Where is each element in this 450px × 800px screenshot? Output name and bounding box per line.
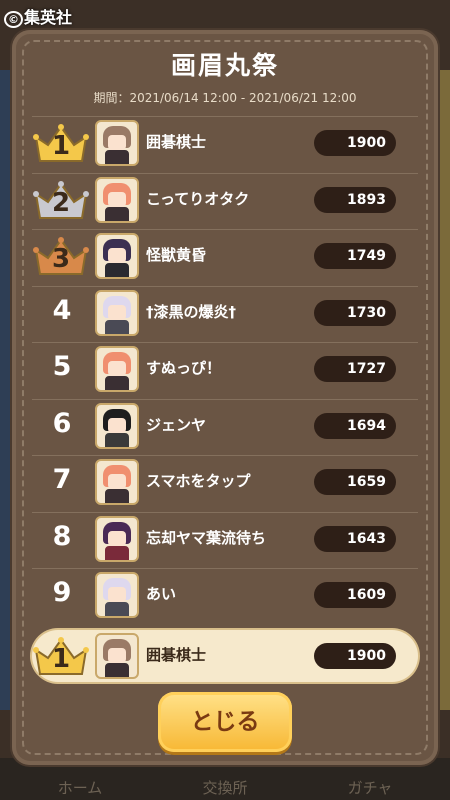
player-avatar [95, 402, 139, 449]
rank-number: 6 [52, 407, 72, 439]
ranking-row: 3 怪獣黄昏 1749 [32, 229, 418, 282]
player-avatar [95, 176, 139, 223]
rank-number: 1 [51, 131, 71, 161]
player-score: 1694 [314, 412, 396, 439]
player-score: 1893 [314, 186, 396, 213]
player-score: 1659 [314, 469, 396, 495]
crown-bronze-icon: 3 [32, 234, 90, 278]
player-avatar [95, 120, 139, 166]
player-avatar [95, 459, 139, 505]
close-button[interactable]: とじる [158, 692, 292, 752]
player-name: 怪獣黄昏 [146, 246, 207, 264]
player-name: †漆黒の爆炎† [146, 302, 237, 321]
player-name: 忘却ヤマ葉流待ち [146, 528, 267, 547]
rank-number: 2 [51, 187, 71, 218]
rank-number: 9 [52, 577, 72, 608]
ranking-row: 9 あい 1609 [32, 568, 418, 621]
rank-number: 8 [52, 520, 72, 552]
rank-number: 3 [51, 244, 71, 274]
player-avatar [95, 289, 139, 336]
player-avatar [95, 346, 139, 392]
copyright-label: © 集英社 [4, 4, 72, 28]
player-name: こってりオタク [146, 189, 250, 208]
nav-gacha: ガチャ [347, 779, 393, 797]
ranking-row: 7 スマホをタップ 1659 [32, 455, 418, 508]
rank-number: 1 [51, 644, 71, 674]
ranking-row: 6 ジェンヤ 1694 [32, 398, 418, 452]
rank-number: 7 [52, 464, 72, 495]
player-score: 1749 [314, 243, 396, 269]
nav-home: ホーム [57, 779, 103, 797]
event-title: 画眉丸祭 [170, 51, 279, 80]
player-name: すぬっぴ！ [146, 359, 222, 377]
player-score: 1900 [314, 643, 396, 669]
ranking-row: 2 こってりオタク 1893 [32, 172, 418, 226]
rank-number: 4 [52, 294, 72, 326]
player-avatar [95, 515, 139, 562]
player-avatar [95, 572, 139, 618]
player-name: 囲碁棋士 [146, 646, 207, 664]
ranking-row: 5 すぬっぴ！ 1727 [32, 342, 418, 395]
player-name: 囲碁棋士 [146, 133, 207, 151]
player-name: スマホをタップ [146, 472, 251, 490]
player-avatar [95, 233, 139, 279]
player-name: ジェンヤ [146, 415, 207, 434]
player-avatar [95, 633, 139, 679]
ranking-row: 8 忘却ヤマ葉流待ち 1643 [32, 511, 418, 565]
copyright-icon: © [4, 11, 23, 28]
ranking-row: 1 囲碁棋士 1900 [32, 116, 418, 169]
my-rank-row: 1 囲碁棋士 1900 [32, 630, 418, 682]
player-score: 1730 [314, 299, 396, 326]
player-score: 1727 [314, 356, 396, 382]
crown-gold-icon: 1 [32, 634, 90, 678]
ranking-row: 4 †漆黒の爆炎† 1730 [32, 285, 418, 339]
player-score: 1643 [314, 525, 396, 552]
crown-gold-icon: 1 [32, 121, 90, 165]
player-score: 1609 [314, 582, 396, 608]
event-period: 期間：2021/06/14 12:00 - 2021/06/21 12:00 [93, 91, 357, 105]
crown-silver-icon: 2 [32, 178, 90, 222]
nav-exchange: 交換所 [202, 779, 248, 797]
rank-number: 5 [52, 351, 72, 382]
player-name: あい [146, 585, 177, 603]
player-score: 1900 [314, 130, 396, 156]
